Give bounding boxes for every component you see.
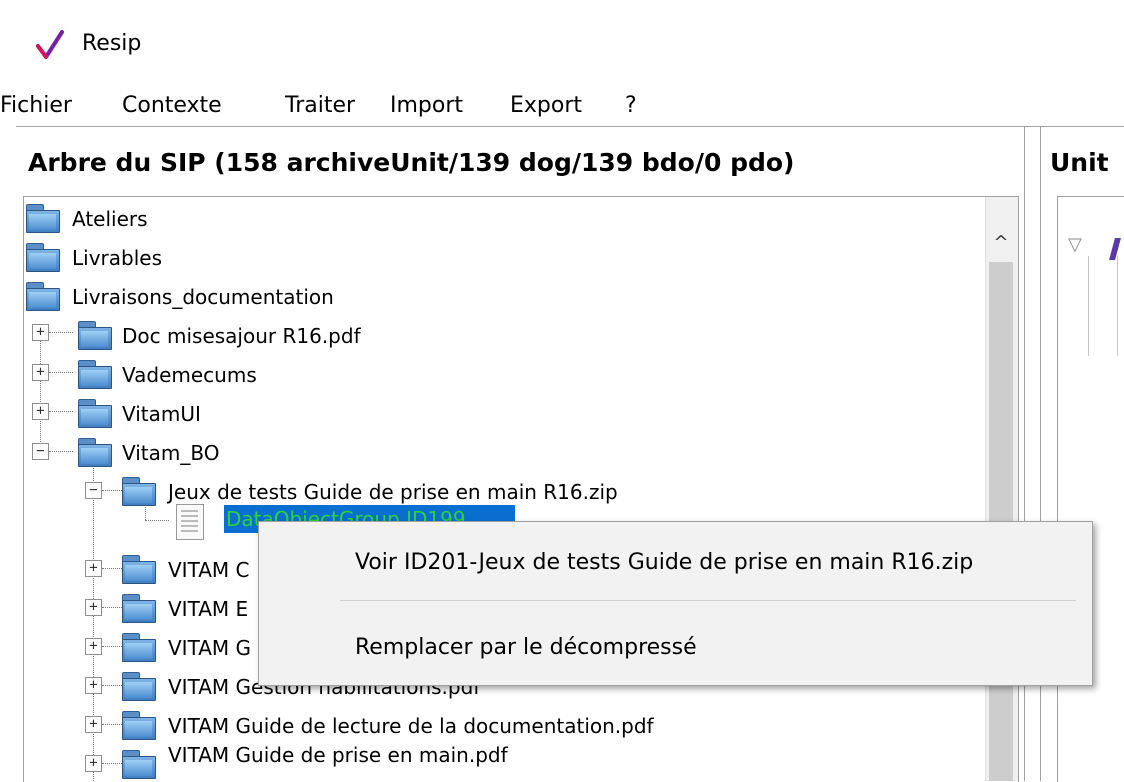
menu-fichier[interactable]: Fichier	[0, 92, 72, 120]
tree-line	[102, 646, 122, 647]
unit-panel-title: Unit	[1050, 148, 1109, 177]
folder-icon	[122, 553, 156, 584]
open-folder-icon	[78, 436, 112, 467]
expand-icon[interactable]: +	[32, 403, 49, 420]
open-folder-icon	[122, 475, 156, 506]
tree-line	[49, 372, 73, 373]
folder-icon	[122, 709, 156, 740]
title-bar	[0, 0, 1124, 84]
open-folder-icon	[26, 280, 60, 311]
window-title: Resip	[82, 31, 142, 56]
menu-help[interactable]: ?	[625, 92, 637, 120]
expand-icon[interactable]: +	[32, 364, 49, 381]
document-icon	[176, 504, 204, 540]
folder-icon	[122, 592, 156, 623]
menu-import[interactable]: Import	[390, 92, 463, 120]
tree-line	[93, 468, 94, 781]
tree-line	[102, 490, 122, 491]
collapse-icon[interactable]: −	[32, 443, 49, 460]
context-menu-separator	[340, 600, 1076, 601]
tree-line	[40, 340, 41, 460]
expand-icon[interactable]: +	[85, 755, 102, 772]
expand-icon[interactable]: +	[85, 677, 102, 694]
menu-contexte[interactable]: Contexte	[122, 92, 222, 120]
tree-line	[49, 332, 73, 333]
tree-line	[102, 685, 122, 686]
folder-icon	[78, 397, 112, 428]
scroll-up-icon[interactable]: ^	[988, 232, 1014, 254]
tree-line	[102, 763, 122, 764]
collapse-icon[interactable]: −	[85, 482, 102, 499]
folder-icon	[78, 358, 112, 389]
folder-icon	[26, 241, 60, 272]
context-menu-remplacer[interactable]: Remplacer par le décompressé	[355, 633, 697, 663]
collapse-triangle-icon[interactable]: ▽	[1068, 234, 1082, 255]
expand-icon[interactable]: +	[85, 716, 102, 733]
context-menu-voir[interactable]: Voir ID201-Jeux de tests Guide de prise …	[355, 548, 973, 578]
tree-line	[102, 607, 122, 608]
unit-tree-box[interactable]	[1057, 196, 1124, 782]
menu-traiter[interactable]: Traiter	[285, 92, 355, 120]
tree-line	[102, 724, 122, 725]
tree-line	[102, 568, 122, 569]
expand-icon[interactable]: +	[85, 599, 102, 616]
divider	[1117, 256, 1118, 356]
menu-export[interactable]: Export	[510, 92, 582, 120]
tree-line	[49, 411, 73, 412]
folder-icon	[122, 748, 156, 779]
expand-icon[interactable]: +	[85, 638, 102, 655]
resip-logo-icon	[36, 30, 64, 59]
divider	[1088, 256, 1089, 356]
expand-icon[interactable]: +	[85, 560, 102, 577]
tree-line	[145, 520, 169, 521]
tree-line	[49, 451, 73, 452]
folder-icon	[122, 631, 156, 662]
folder-icon	[78, 319, 112, 350]
folder-icon	[26, 202, 60, 233]
folder-icon	[122, 670, 156, 701]
sip-tree-title: Arbre du SIP (158 archiveUnit/139 dog/13…	[28, 148, 795, 177]
expand-icon[interactable]: +	[32, 324, 49, 341]
